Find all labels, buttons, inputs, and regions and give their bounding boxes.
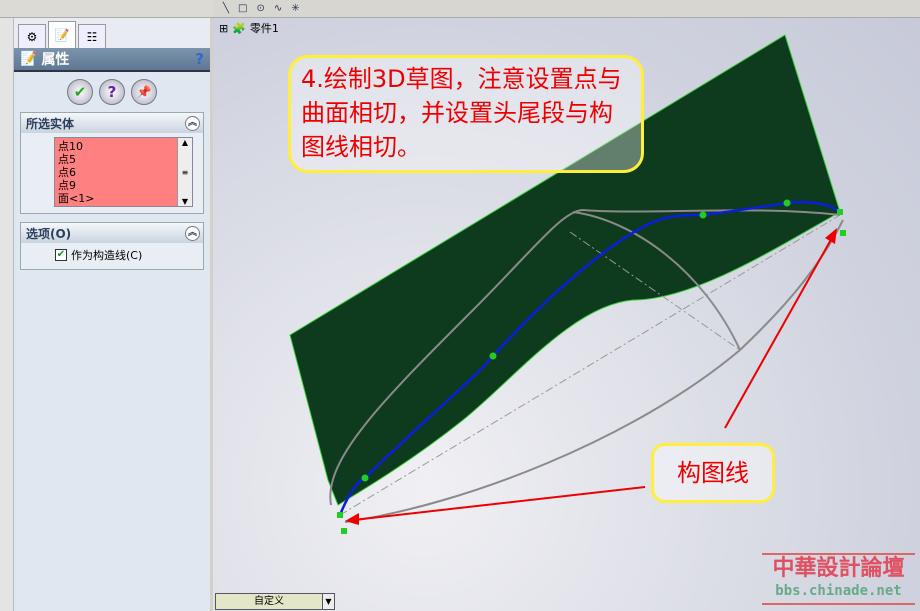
panel-title-bar: 📝 属性 ? — [14, 48, 210, 72]
construction-checkbox[interactable]: ✔ 作为构造线(C) — [21, 243, 203, 269]
watermark: 中華設計論壇 bbs.chinade.net — [762, 553, 915, 605]
annotation-note: 4.绘制3D草图，注意设置点与曲面相切，并设置头尾段与构图线相切。 — [288, 55, 644, 173]
spline-icon[interactable]: ∿ — [274, 3, 282, 14]
watermark-url: bbs.chinade.net — [775, 583, 902, 599]
group-header: 选项(O) — [26, 226, 72, 241]
endpoint — [337, 512, 343, 518]
construction-line-label: 构图线 — [651, 443, 775, 503]
pin-button[interactable]: 📌 — [131, 79, 157, 105]
left-icon-strip — [0, 18, 14, 611]
watermark-title: 中華設計論壇 — [772, 556, 905, 581]
tab-configuration-manager[interactable]: ☷ — [78, 24, 106, 48]
circle-icon[interactable]: ⊙ — [256, 3, 264, 14]
list-item[interactable]: 点9 — [58, 179, 174, 192]
list-item[interactable]: 点5 — [58, 153, 174, 166]
rectangle-icon[interactable]: □ — [238, 3, 247, 14]
scroll-down-icon[interactable]: ▼ — [178, 197, 192, 206]
tree-root[interactable]: 零件1 — [250, 20, 279, 36]
endpoint — [837, 209, 843, 215]
spline-point — [783, 199, 791, 207]
spline-point — [699, 211, 707, 219]
scroll-up-icon[interactable]: ▲ — [178, 138, 192, 147]
list-item[interactable]: 面<1> — [58, 192, 174, 205]
part-icon: 🧩 — [232, 21, 246, 35]
selected-entities-list[interactable]: 点10 点5 点6 点9 面<1> ▲ ≡ ▼ — [54, 137, 193, 207]
point-icon[interactable]: ✳ — [291, 3, 299, 14]
options-group: 选项(O) ︽ ✔ 作为构造线(C) — [20, 222, 204, 270]
spline-point — [489, 352, 497, 360]
arrowhead — [345, 513, 359, 525]
property-manager: ⚙ 📝 ☷ 📝 属性 ? ✔ ? 📌 所选实体 ︽ 点10 点5 点6 点9 面<… — [14, 18, 210, 611]
feature-tree[interactable]: ⊞ 🧩 零件1 — [219, 20, 279, 36]
view-combo[interactable]: 自定义 ▼ — [215, 593, 335, 610]
graphics-viewport[interactable]: ╲ □ ⊙ ∿ ✳ ⊞ 🧩 零件1 4.绘制3D草图，注意设置点与曲面相切，并设置头尾段与构… — [213, 0, 920, 611]
help-icon[interactable]: ? — [195, 50, 204, 68]
collapse-icon[interactable]: ︽ — [185, 225, 200, 241]
panel-title: 属性 — [41, 52, 70, 68]
group-header: 所选实体 — [26, 116, 75, 131]
scroll-thumb[interactable]: ≡ — [178, 168, 192, 177]
arrow-left — [352, 486, 646, 521]
endpoint — [840, 230, 846, 236]
selected-entities-group: 所选实体 ︽ 点10 点5 点6 点9 面<1> ▲ ≡ ▼ — [20, 112, 204, 214]
list-item[interactable]: 点6 — [58, 166, 174, 179]
help-button[interactable]: ? — [99, 79, 125, 105]
list-item[interactable]: 点10 — [58, 140, 174, 153]
main-toolbar — [0, 0, 213, 18]
tab-feature-manager[interactable]: ⚙ — [18, 24, 46, 48]
spline-point — [361, 474, 369, 482]
ok-button[interactable]: ✔ — [67, 79, 93, 105]
checkbox-checked-icon[interactable]: ✔ — [55, 249, 67, 261]
dropdown-arrow-icon[interactable]: ▼ — [322, 594, 334, 609]
sketch-toolbar: ╲ □ ⊙ ∿ ✳ — [213, 0, 920, 18]
collapse-icon[interactable]: ︽ — [185, 115, 200, 131]
manager-tabs: ⚙ 📝 ☷ — [14, 18, 210, 48]
expand-icon[interactable]: ⊞ — [219, 22, 228, 35]
endpoint — [341, 528, 347, 534]
line-icon[interactable]: ╲ — [223, 3, 229, 14]
tab-property-manager[interactable]: 📝 — [48, 21, 76, 48]
scrollbar[interactable]: ▲ ≡ ▼ — [177, 138, 192, 206]
combo-value: 自定义 — [254, 596, 284, 607]
checkbox-label: 作为构造线(C) — [71, 249, 143, 262]
property-icon: 📝 — [20, 51, 38, 67]
